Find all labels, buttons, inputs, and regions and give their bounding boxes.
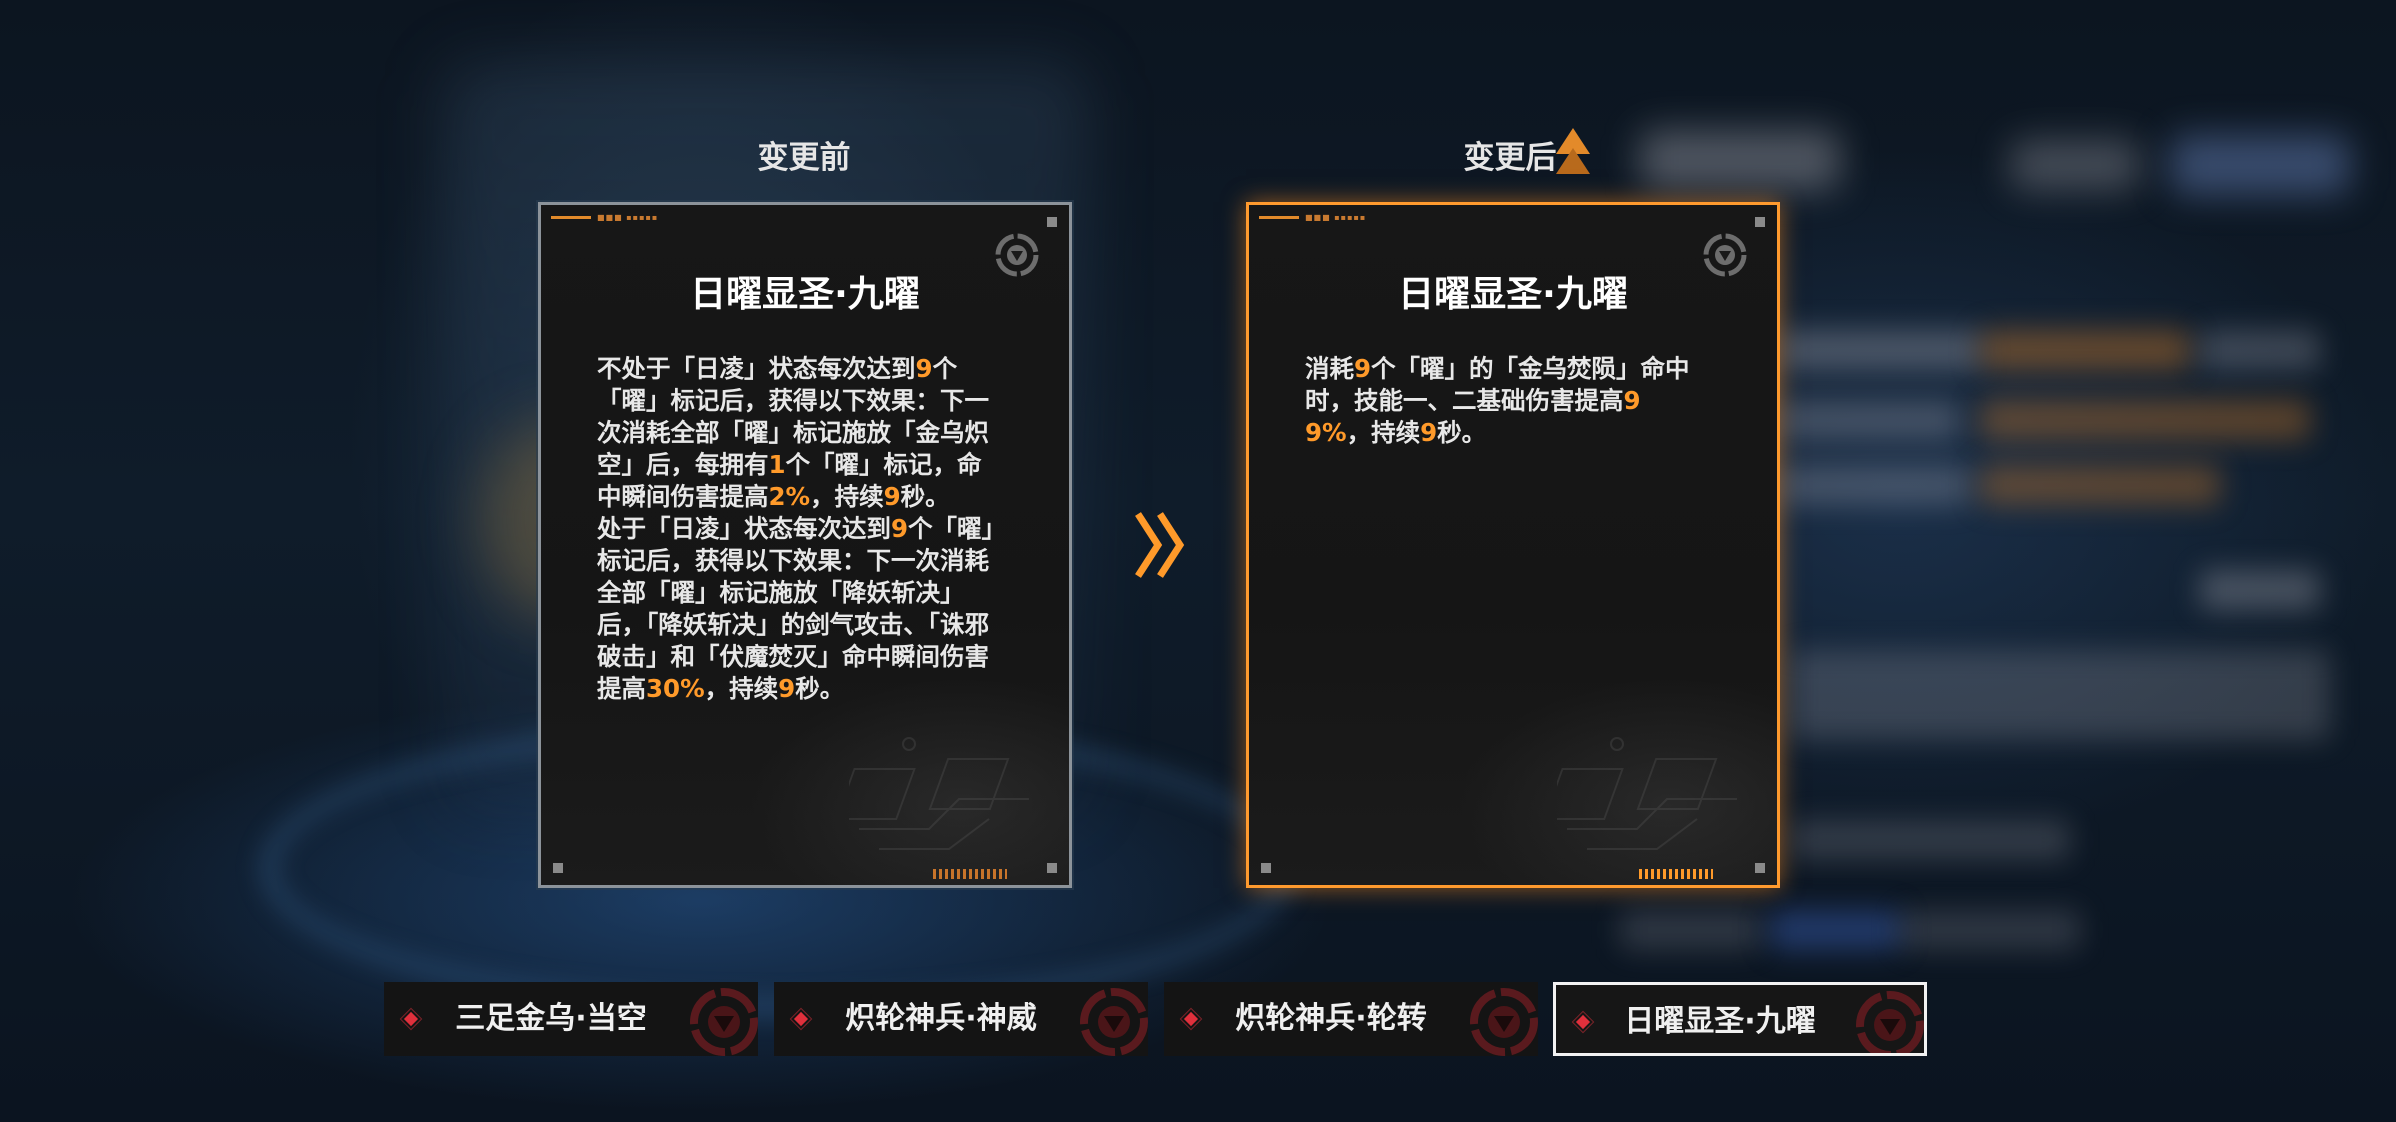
up-arrow-icon bbox=[1556, 128, 1590, 174]
skill-tab-label: 日曜显圣·九曜 bbox=[1624, 1004, 1816, 1039]
description-text: 不处于「日凌」状态每次达到 bbox=[597, 354, 916, 383]
description-text: ，持续 bbox=[1346, 418, 1421, 447]
background-row bbox=[1980, 465, 2220, 505]
card-accent-line bbox=[551, 216, 591, 219]
before-heading: 变更前 bbox=[757, 140, 851, 176]
card-title: 日曜显圣·九曜 bbox=[690, 274, 920, 315]
highlight-value: 2% bbox=[768, 482, 811, 511]
background-row bbox=[1620, 910, 1760, 950]
description-text: ，持续 bbox=[810, 482, 884, 511]
circuit-pattern bbox=[849, 737, 1029, 850]
highlight-value: 9 bbox=[883, 482, 901, 511]
description-text: 消耗 bbox=[1305, 354, 1354, 383]
highlight-value: 1 bbox=[768, 450, 786, 479]
skill-card-after: ■■■ ▪▪▪▪▪ 日曜显圣·九曜 消耗9个「曜」的「金乌焚陨」命中时，技能一、… bbox=[1246, 202, 1780, 888]
background-row bbox=[2200, 570, 2320, 610]
skill-card-before: ■■■ ▪▪▪▪▪ 日曜显圣·九曜 不处于「日凌」状态每次达到9个「曜」标记后，… bbox=[538, 202, 1072, 888]
background-row bbox=[1980, 400, 2310, 440]
skill-tab-label: 炽轮神兵·轮转 bbox=[1235, 1001, 1427, 1036]
highlight-value: 9 bbox=[1354, 354, 1372, 383]
background-row bbox=[1780, 400, 1960, 440]
background-row bbox=[1900, 910, 2080, 950]
background-row bbox=[2200, 330, 2320, 370]
skill-tab[interactable]: 炽轮神兵·神威 bbox=[774, 982, 1148, 1056]
highlight-value: 30% bbox=[646, 674, 705, 703]
highlight-value: 9 bbox=[778, 674, 796, 703]
corner-mark bbox=[553, 863, 563, 873]
corner-mark bbox=[1755, 217, 1765, 227]
highlight-value: 9 bbox=[915, 354, 933, 383]
corner-mark bbox=[1047, 217, 1057, 227]
description-text: 秒。 bbox=[1437, 418, 1487, 447]
card-title: 日曜显圣·九曜 bbox=[1398, 274, 1628, 315]
description-text: ，持续 bbox=[704, 674, 779, 703]
card-description: 不处于「日凌」状态每次达到9个「曜」标记后，获得以下效果：下一次消耗全部「曜」标… bbox=[597, 353, 997, 705]
card-accent-dots: ■■■ ▪▪▪▪▪ bbox=[597, 213, 659, 222]
background-row bbox=[1980, 330, 2190, 370]
background-row bbox=[1780, 465, 1970, 505]
corner-mark bbox=[1047, 863, 1057, 873]
background-row bbox=[1790, 820, 2070, 860]
after-heading: 变更后 bbox=[1463, 140, 1557, 176]
description-text: 秒。 bbox=[795, 674, 845, 703]
card-accent-line bbox=[1259, 216, 1299, 219]
background-panel bbox=[1640, 130, 1840, 190]
corner-mark bbox=[1261, 863, 1271, 873]
background-panel bbox=[2170, 135, 2350, 195]
background-panel bbox=[2010, 140, 2140, 190]
skill-tab[interactable]: 炽轮神兵·轮转 bbox=[1164, 982, 1538, 1056]
skill-tab[interactable]: 三足金乌·当空 bbox=[384, 982, 758, 1056]
background-row bbox=[1780, 330, 1980, 370]
circuit-pattern bbox=[1557, 737, 1737, 850]
background-row bbox=[1770, 910, 1900, 950]
skill-tab-label: 三足金乌·当空 bbox=[455, 1001, 647, 1036]
card-bottom-marks bbox=[1639, 869, 1713, 879]
double-chevron-right-icon bbox=[1135, 512, 1185, 578]
background-row bbox=[1790, 650, 2330, 740]
corner-mark bbox=[1755, 863, 1765, 873]
skill-tab-label: 炽轮神兵·神威 bbox=[845, 1001, 1037, 1036]
highlight-value: 9 bbox=[1420, 418, 1438, 447]
card-bottom-marks bbox=[933, 869, 1007, 879]
card-description: 消耗9个「曜」的「金乌焚陨」命中时，技能一、二基础伤害提高99%，持续9秒。 bbox=[1305, 353, 1705, 449]
card-accent-dots: ■■■ ▪▪▪▪▪ bbox=[1305, 213, 1367, 222]
skill-tab-selected[interactable]: 日曜显圣·九曜 bbox=[1553, 982, 1927, 1056]
highlight-value: 9 bbox=[891, 514, 909, 543]
